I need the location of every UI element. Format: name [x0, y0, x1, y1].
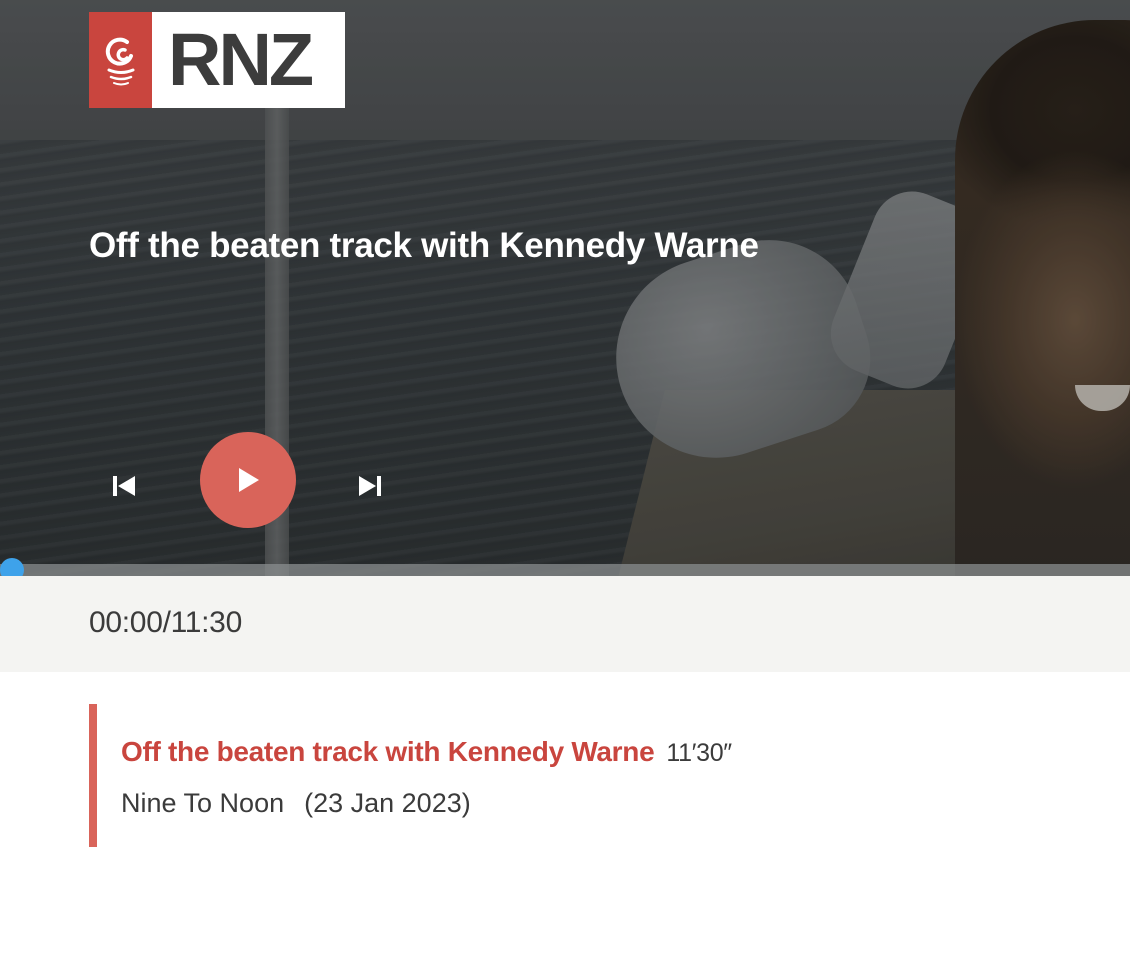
- skip-previous-icon: [113, 476, 135, 496]
- next-button[interactable]: [350, 468, 390, 504]
- previous-button[interactable]: [104, 468, 144, 504]
- audio-player-page: RNZ Off the beaten track with Kennedy Wa…: [0, 0, 1130, 953]
- time-display: 00:00/11:30: [89, 606, 242, 639]
- playlist-item-duration: 11′30″: [666, 739, 732, 767]
- play-button[interactable]: [200, 432, 296, 528]
- rnz-swirl-icon: [89, 12, 152, 108]
- programme-name[interactable]: Nine To Noon: [121, 788, 284, 818]
- playlist-item-title[interactable]: Off the beaten track with Kennedy Warne: [121, 736, 655, 767]
- play-icon: [239, 468, 259, 492]
- logo-wordmark: RNZ: [168, 18, 314, 101]
- episode-title: Off the beaten track with Kennedy Warne: [89, 226, 759, 265]
- skip-next-icon: [359, 476, 381, 496]
- playlist-item[interactable]: Off the beaten track with Kennedy Warne 1…: [89, 704, 989, 847]
- progress-track[interactable]: [0, 564, 1130, 576]
- broadcast-date: (23 Jan 2023): [304, 788, 471, 818]
- rnz-logo[interactable]: RNZ: [89, 12, 345, 108]
